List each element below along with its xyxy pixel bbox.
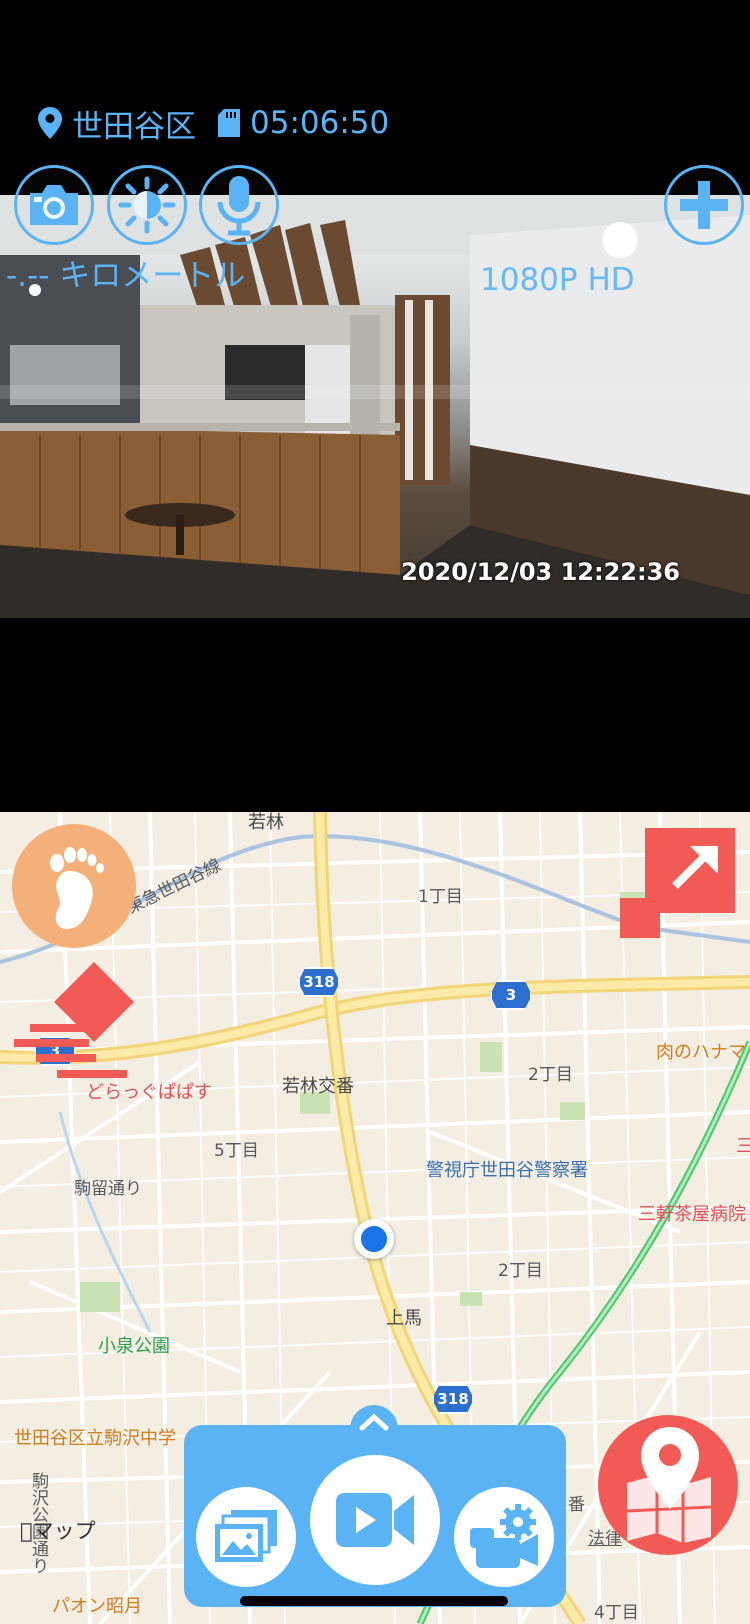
camera-icon [30,185,78,225]
map-label-hospital: 三軒茶屋病院 [638,1204,746,1225]
footprint-button[interactable] [12,824,136,948]
microphone-button[interactable] [199,165,279,245]
location-name: 世田谷区 [72,108,196,145]
map-label-niku-shop: 肉のハナマ [656,1042,746,1063]
resolution-label: 1080P HD [480,262,635,298]
settings-button[interactable] [454,1487,554,1587]
status-row: 世田谷区 05:06:50 [38,98,389,148]
maps-attribution-text: マップ [20,1519,96,1543]
microphone-icon [217,176,261,236]
map-pin-icon [626,1427,712,1543]
map-label-kamiuma: 上馬 [386,1308,422,1329]
add-button[interactable] [664,165,744,245]
map-label-koizumi-park: 小泉公園 [98,1336,170,1357]
brightness-icon [118,176,176,234]
map-label-ban: 番 [568,1495,585,1515]
route-318-shield: 318 [298,967,340,997]
sd-card-icon [218,109,240,137]
map-label-chome5: 5丁目 [214,1141,259,1161]
route-3-shield: 3 [490,980,532,1010]
map-label-police-station: 警視庁世田谷警察署 [426,1160,588,1181]
map-label-chome2-upper: 2丁目 [528,1065,573,1085]
camera-timestamp: 2020/12/03 12:22:36 [401,558,680,586]
video-record-icon [336,1493,414,1547]
record-video-button[interactable] [310,1455,440,1585]
map-label-san: 三 [736,1136,750,1157]
distance-label: -.-- キロメートル [6,258,246,294]
apple-logo-icon:  [20,1519,33,1543]
camera-settings-icon [470,1504,538,1568]
expand-icon [620,828,735,938]
home-indicator [240,1596,508,1606]
plus-icon [680,181,728,229]
map-label-chome1: 1丁目 [418,887,463,907]
map-label-chome2-lower: 2丁目 [498,1261,543,1281]
map-label-komadome-street: 駒留通り [74,1179,142,1199]
snapshot-button[interactable] [14,165,94,245]
gallery-icon [215,1510,277,1562]
layers-icon[interactable] [12,962,137,1082]
brightness-button[interactable] [107,165,187,245]
fullscreen-button[interactable] [620,828,735,943]
chevron-up-icon [359,1413,389,1431]
map-navigation-button[interactable] [598,1415,738,1555]
recording-time: 05:06:50 [250,105,390,141]
map-label-komazawa-school: 世田谷区立駒沢中学 [14,1428,176,1449]
route-318-shield-bottom: 318 [432,1384,474,1414]
maps-attribution: マップ [20,1515,96,1545]
map-label-aeon: パオン昭月 [52,1596,142,1617]
map-label-chome4: 4丁目 [594,1603,639,1623]
map-label-wakabayashi: 若林 [248,812,284,833]
location-pin-icon [38,107,62,139]
footprint-icon [50,847,104,929]
gallery-button[interactable] [196,1487,296,1587]
map-label-wakabayashi-koban: 若林交番 [282,1076,354,1097]
current-location-marker [354,1219,394,1259]
